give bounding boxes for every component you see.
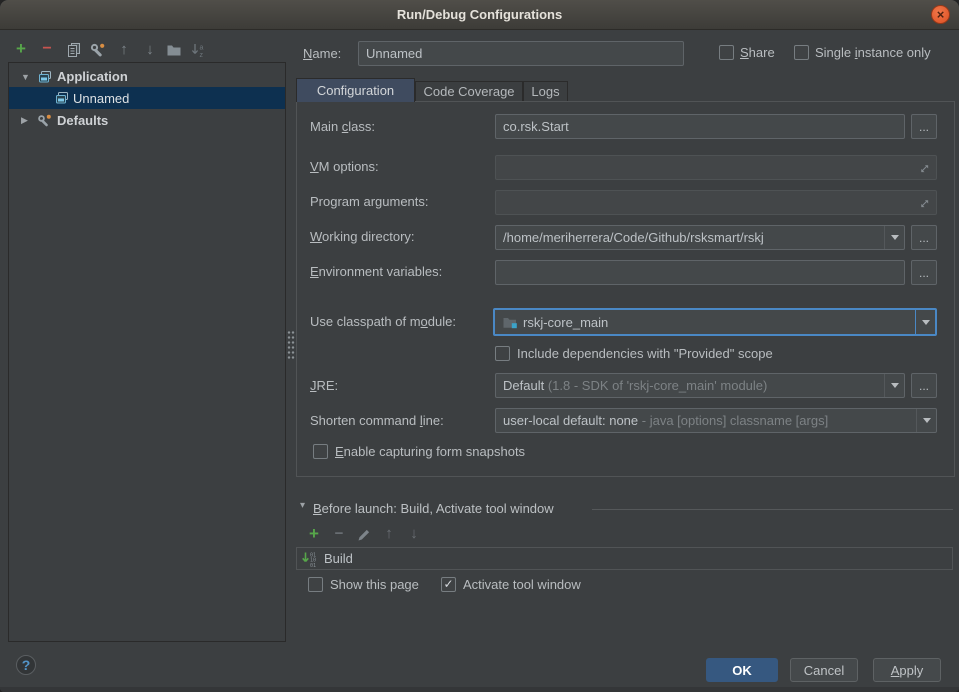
- before-launch-task-build[interactable]: 01 10 01 Build: [297, 548, 952, 569]
- before-launch-edit-icon[interactable]: [356, 527, 372, 543]
- run-debug-configurations-dialog: Run/Debug Configurations × + − ↑ ↓ a z ▼: [0, 0, 959, 692]
- activate-tool-window-label: Activate tool window: [463, 577, 581, 592]
- titlebar[interactable]: Run/Debug Configurations ×: [0, 0, 959, 30]
- jre-combo[interactable]: Default (1.8 - SDK of 'rskj-core_main' m…: [495, 373, 905, 398]
- move-up-icon[interactable]: ↑: [116, 42, 132, 58]
- enable-capturing-label: Enable capturing form snapshots: [335, 444, 525, 459]
- ellipsis-icon: ...: [919, 266, 929, 280]
- working-directory-combo[interactable]: /home/meriherrera/Code/Github/rsksmart/r…: [495, 225, 905, 250]
- share-label: Share: [740, 45, 775, 60]
- task-label: Build: [324, 551, 353, 566]
- expand-field-icon[interactable]: [918, 197, 931, 210]
- jre-browse-button[interactable]: ...: [911, 373, 937, 398]
- configurations-tree: ▼ Application Unnamed ▶ Defaults: [8, 62, 286, 642]
- before-launch-collapse-icon[interactable]: ▾: [300, 500, 305, 511]
- tree-item-application[interactable]: ▼ Application: [10, 66, 284, 87]
- ellipsis-icon: ...: [919, 231, 929, 245]
- main-class-label: Main class:: [310, 119, 375, 134]
- include-dependencies-label: Include dependencies with "Provided" sco…: [517, 346, 773, 361]
- show-this-page-checkbox[interactable]: [308, 577, 323, 592]
- window-bottom-edge: [0, 687, 959, 692]
- sort-alphabetically-icon[interactable]: a z: [191, 42, 207, 58]
- include-dependencies-checkbox[interactable]: [495, 346, 510, 361]
- build-icon: 01 10 01: [302, 551, 318, 567]
- new-folder-icon[interactable]: [166, 42, 182, 58]
- checkmark-icon: ✓: [443, 577, 453, 591]
- tree-item-label: Defaults: [57, 113, 108, 128]
- use-classpath-combo[interactable]: rskj-core_main: [493, 308, 937, 336]
- ellipsis-icon: ...: [919, 120, 929, 134]
- cancel-button[interactable]: Cancel: [790, 658, 858, 682]
- name-label: Name:: [303, 46, 341, 61]
- vm-options-label: VM options:: [310, 159, 379, 174]
- tab-logs[interactable]: Logs: [523, 81, 568, 102]
- single-instance-checkbox[interactable]: [794, 45, 809, 60]
- remove-icon[interactable]: −: [39, 41, 55, 57]
- main-class-browse-button[interactable]: ...: [911, 114, 937, 139]
- environment-variables-label: Environment variables:: [310, 264, 442, 279]
- dropdown-arrow-icon[interactable]: [916, 409, 936, 432]
- ellipsis-icon: ...: [919, 379, 929, 393]
- splitter-handle[interactable]: [287, 330, 295, 360]
- activate-tool-window-checkbox[interactable]: ✓: [441, 577, 456, 592]
- jre-label: JRE:: [310, 378, 338, 393]
- before-launch-add-icon[interactable]: +: [306, 526, 322, 542]
- tree-item-defaults[interactable]: ▶ Defaults: [10, 110, 284, 131]
- close-icon: ×: [937, 8, 945, 21]
- application-icon: [37, 69, 53, 85]
- program-arguments-input[interactable]: [495, 190, 937, 215]
- tree-item-unnamed[interactable]: Unnamed: [9, 87, 285, 109]
- apply-button[interactable]: Apply: [873, 658, 941, 682]
- window-title: Run/Debug Configurations: [0, 0, 959, 29]
- name-value: Unnamed: [366, 46, 422, 61]
- move-down-icon[interactable]: ↓: [142, 42, 158, 58]
- ok-button[interactable]: OK: [706, 658, 778, 682]
- dropdown-arrow-icon[interactable]: [884, 226, 904, 249]
- svg-text:a: a: [200, 45, 204, 52]
- expand-field-icon[interactable]: [918, 162, 931, 175]
- chevron-expanded-icon[interactable]: ▼: [21, 72, 35, 82]
- application-icon: [54, 90, 70, 106]
- copy-icon[interactable]: [66, 42, 82, 58]
- main-class-input[interactable]: co.rsk.Start: [495, 114, 905, 139]
- before-launch-move-down-icon[interactable]: ↓: [406, 526, 422, 542]
- section-divider: [592, 509, 953, 510]
- close-button[interactable]: ×: [931, 5, 950, 24]
- svg-text:z: z: [200, 52, 204, 58]
- defaults-wrench-icon: [37, 113, 53, 129]
- add-icon[interactable]: +: [13, 41, 29, 57]
- before-launch-title[interactable]: Before launch: Build, Activate tool wind…: [313, 501, 554, 516]
- before-launch-move-up-icon[interactable]: ↑: [381, 526, 397, 542]
- shorten-command-line-combo[interactable]: user-local default: none - java [options…: [495, 408, 937, 433]
- enable-capturing-checkbox[interactable]: [313, 444, 328, 459]
- help-button[interactable]: ?: [16, 655, 36, 675]
- tree-item-label: Unnamed: [73, 91, 129, 106]
- working-directory-browse-button[interactable]: ...: [911, 225, 937, 250]
- program-arguments-label: Program arguments:: [310, 194, 429, 209]
- use-classpath-label: Use classpath of module:: [310, 314, 456, 329]
- environment-variables-input[interactable]: [495, 260, 905, 285]
- help-icon: ?: [22, 657, 31, 673]
- name-input[interactable]: Unnamed: [358, 41, 684, 66]
- module-icon: [502, 314, 518, 330]
- share-checkbox[interactable]: [719, 45, 734, 60]
- edit-settings-icon[interactable]: [90, 42, 106, 58]
- before-launch-list: 01 10 01 Build: [296, 547, 953, 570]
- jre-hint: (1.8 - SDK of 'rskj-core_main' module): [544, 378, 767, 393]
- dropdown-arrow-icon[interactable]: [915, 310, 935, 334]
- show-this-page-label: Show this page: [330, 577, 419, 592]
- tab-code-coverage[interactable]: Code Coverage: [415, 81, 523, 102]
- dropdown-arrow-icon[interactable]: [884, 374, 904, 397]
- single-instance-label: Single instance only: [815, 45, 931, 60]
- tree-item-label: Application: [57, 69, 128, 84]
- shorten-hint: - java [options] classname [args]: [638, 413, 828, 428]
- working-directory-label: Working directory:: [310, 229, 415, 244]
- vm-options-input[interactable]: [495, 155, 937, 180]
- environment-variables-browse-button[interactable]: ...: [911, 260, 937, 285]
- svg-text:01: 01: [310, 562, 316, 566]
- chevron-collapsed-icon[interactable]: ▶: [21, 115, 35, 126]
- before-launch-remove-icon[interactable]: −: [331, 526, 347, 542]
- shorten-command-line-label: Shorten command line:: [310, 413, 444, 428]
- tab-configuration[interactable]: Configuration: [296, 78, 415, 102]
